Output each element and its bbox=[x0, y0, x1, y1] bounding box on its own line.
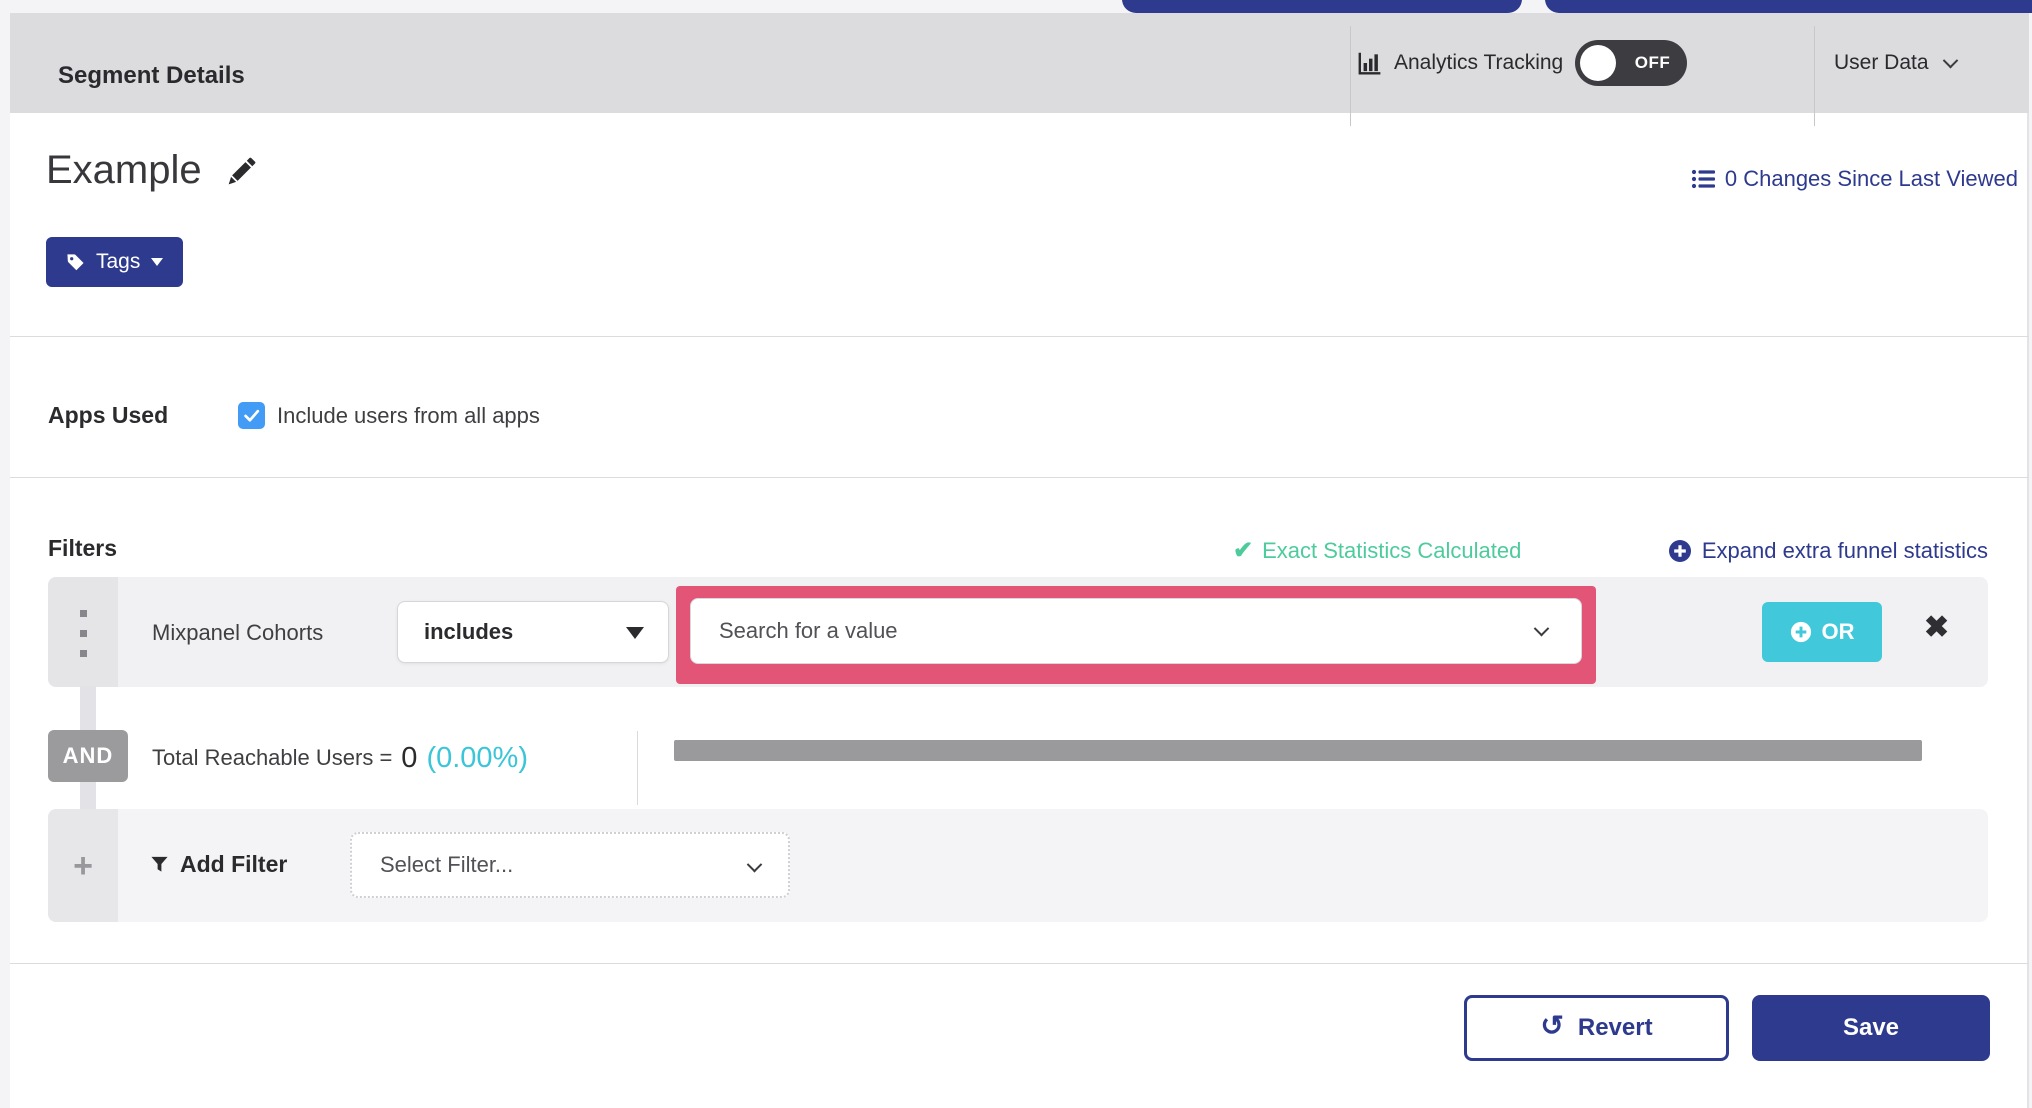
bar-chart-icon bbox=[1356, 50, 1382, 76]
tags-button-label: Tags bbox=[96, 250, 141, 273]
section-divider bbox=[10, 336, 2029, 337]
grip-dots-icon bbox=[80, 610, 87, 617]
user-data-label: User Data bbox=[1834, 51, 1929, 74]
list-icon bbox=[1691, 167, 1715, 191]
header-divider bbox=[1350, 26, 1351, 126]
select-filter-dropdown[interactable]: Select Filter... bbox=[350, 832, 790, 898]
toggle-knob bbox=[1580, 45, 1617, 81]
highlight-outline: Search for a value bbox=[676, 586, 1596, 684]
include-all-apps-label: Include users from all apps bbox=[277, 403, 540, 428]
or-button-label: OR bbox=[1821, 619, 1855, 644]
filters-heading: Filters bbox=[48, 535, 118, 561]
changes-since-last-viewed-link[interactable]: 0 Changes Since Last Viewed bbox=[1691, 166, 2018, 192]
add-or-condition-button[interactable]: OR bbox=[1762, 602, 1882, 662]
reachable-label: Total Reachable Users = bbox=[152, 745, 393, 770]
total-reachable-users: Total Reachable Users = 0 (0.00%) bbox=[152, 738, 528, 778]
user-data-dropdown[interactable]: User Data bbox=[1834, 13, 1958, 113]
tags-button[interactable]: Tags bbox=[46, 237, 184, 287]
filter-row: Mixpanel Cohorts includes Search for a v… bbox=[48, 577, 1988, 687]
chevron-down-icon bbox=[1533, 620, 1550, 637]
caret-down-icon bbox=[151, 258, 164, 266]
analytics-tracking-control: Analytics Tracking OFF bbox=[1356, 13, 1688, 113]
include-all-apps-checkbox[interactable] bbox=[238, 402, 265, 429]
add-filter-label-group: Add Filter bbox=[150, 851, 287, 878]
save-button-label: Save bbox=[1842, 1014, 1900, 1041]
add-filter-handle[interactable]: + bbox=[48, 809, 118, 922]
plus-circle-icon bbox=[1790, 621, 1812, 643]
filter-drag-handle[interactable] bbox=[48, 577, 118, 687]
segment-name: Example bbox=[46, 148, 202, 192]
caret-down-icon bbox=[626, 627, 644, 639]
tag-icon bbox=[66, 253, 85, 272]
and-label: AND bbox=[62, 743, 114, 768]
analytics-tracking-label: Analytics Tracking bbox=[1394, 51, 1564, 74]
apps-used-label: Apps Used bbox=[48, 402, 169, 428]
revert-button-label: Revert bbox=[1577, 1014, 1653, 1041]
remove-filter-x-icon[interactable]: ✖ bbox=[1924, 613, 1949, 643]
rotate-ccw-icon: ↺ bbox=[1540, 1010, 1564, 1041]
check-icon: ✔ bbox=[1233, 537, 1254, 564]
changes-link-label: 0 Changes Since Last Viewed bbox=[1724, 166, 2018, 191]
operator-value: includes bbox=[424, 619, 514, 644]
filter-field-label: Mixpanel Cohorts bbox=[152, 620, 324, 645]
toggle-state-label: OFF bbox=[1634, 53, 1671, 72]
funnel-icon bbox=[150, 855, 169, 874]
section-divider bbox=[10, 963, 2029, 964]
select-filter-placeholder: Select Filter... bbox=[380, 852, 514, 877]
header-divider bbox=[1814, 26, 1815, 126]
exact-statistics-status: ✔ Exact Statistics Calculated bbox=[1233, 538, 1521, 564]
page-title: Segment Details bbox=[58, 62, 245, 89]
filter-operator-select[interactable]: includes bbox=[397, 601, 669, 663]
save-button[interactable]: Save bbox=[1752, 995, 1990, 1061]
stats-divider bbox=[637, 731, 638, 805]
and-connector-badge: AND bbox=[48, 730, 128, 782]
segment-details-header-bar: Segment Details bbox=[10, 13, 2029, 126]
expand-funnel-label: Expand extra funnel statistics bbox=[1701, 538, 1988, 563]
exact-statistics-label: Exact Statistics Calculated bbox=[1262, 538, 1522, 563]
add-filter-row: + Add Filter Select Filter... bbox=[48, 809, 1988, 922]
toolbar-button-partial-right[interactable] bbox=[1545, 0, 2032, 13]
analytics-tracking-toggle[interactable]: OFF bbox=[1575, 40, 1688, 86]
expand-funnel-statistics-link[interactable]: Expand extra funnel statistics bbox=[1668, 538, 1988, 564]
reachable-users-progress-bar bbox=[674, 740, 1922, 761]
reachable-value: 0 bbox=[401, 741, 418, 774]
pencil-icon[interactable] bbox=[226, 155, 258, 187]
filter-value-select[interactable]: Search for a value bbox=[690, 598, 1582, 664]
chevron-down-icon bbox=[746, 856, 763, 873]
section-divider bbox=[10, 477, 2029, 478]
reachable-percent: (0.00%) bbox=[426, 741, 528, 774]
revert-button[interactable]: ↺ Revert bbox=[1464, 995, 1729, 1061]
value-placeholder: Search for a value bbox=[719, 618, 898, 643]
add-filter-label: Add Filter bbox=[180, 851, 288, 877]
segment-title-row: Example bbox=[46, 148, 258, 193]
plus-circle-icon bbox=[1668, 539, 1692, 563]
checkmark-icon bbox=[242, 406, 261, 425]
chevron-down-icon bbox=[1942, 52, 1958, 68]
plus-icon: + bbox=[73, 846, 93, 885]
toolbar-button-partial-left[interactable] bbox=[1122, 0, 1522, 13]
